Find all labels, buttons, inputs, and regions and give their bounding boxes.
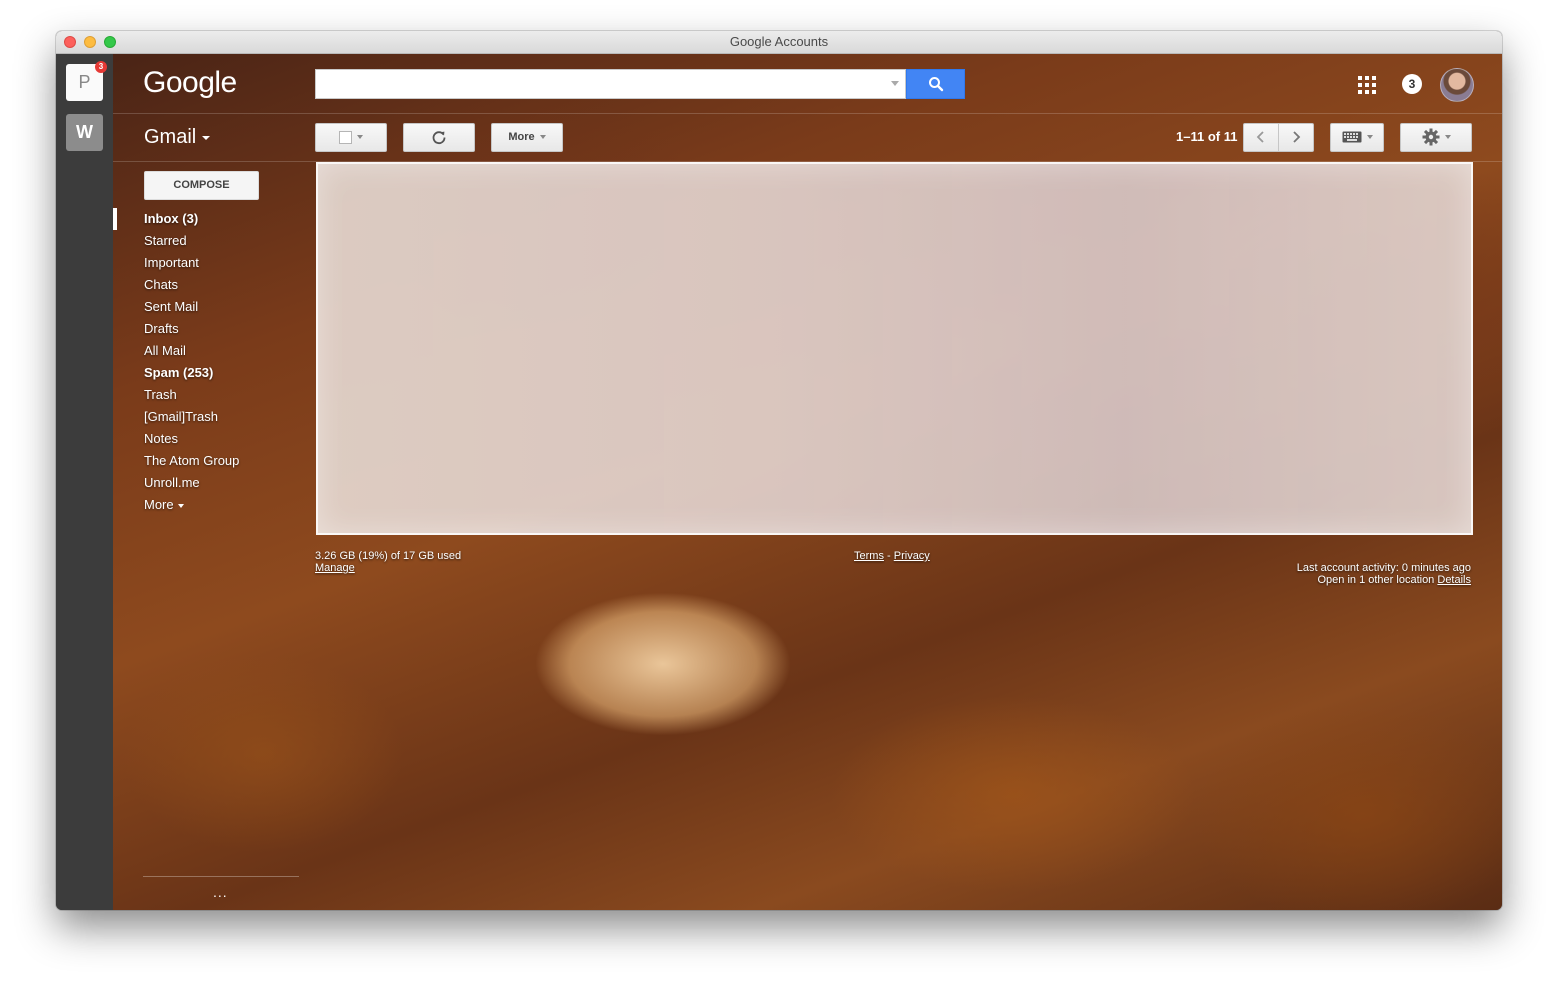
sidebar-item-label: [Gmail]Trash xyxy=(144,409,218,424)
input-tools-button[interactable] xyxy=(1330,123,1384,152)
chevron-down-icon xyxy=(1366,135,1373,140)
search-input[interactable] xyxy=(316,70,892,98)
select-checkbox-button[interactable] xyxy=(315,123,387,152)
sidebar-item-label: Spam (253) xyxy=(144,365,214,380)
pagination-count: 1–11 of 11 xyxy=(1176,129,1238,144)
newer-button[interactable] xyxy=(1243,123,1279,152)
chevron-down-icon xyxy=(202,135,211,140)
sidebar-item-inbox[interactable]: Inbox (3) xyxy=(113,208,313,230)
account-w-button[interactable]: W xyxy=(66,114,103,151)
chevron-right-icon xyxy=(1293,131,1301,143)
manage-storage-link[interactable]: Manage xyxy=(315,562,461,574)
account-p-badge: 3 xyxy=(95,61,107,73)
account-w-letter: W xyxy=(76,122,93,142)
header-divider xyxy=(113,113,1502,114)
legal-links: Terms - Privacy xyxy=(854,550,930,562)
google-logo[interactable]: Google xyxy=(143,66,237,100)
label-navigation: Inbox (3) Starred Important Chats Sent M… xyxy=(113,208,313,516)
sidebar-item-label: Notes xyxy=(144,431,178,446)
chevron-down-icon xyxy=(357,135,363,140)
refresh-icon xyxy=(432,131,446,145)
legal-separator: - xyxy=(887,550,891,562)
older-button[interactable] xyxy=(1278,123,1314,152)
message-list-blurred[interactable] xyxy=(316,162,1473,535)
more-actions-button[interactable]: More xyxy=(491,123,563,152)
sidebar-item-gmail-trash[interactable]: [Gmail]Trash xyxy=(113,406,313,428)
account-activity: Last account activity: 0 minutes ago Ope… xyxy=(1297,562,1471,586)
browser-window: Google Accounts P 3 W Google 3 Gmail Mor… xyxy=(56,31,1502,910)
search-button[interactable] xyxy=(906,69,965,99)
last-activity-text: Last account activity: 0 minutes ago xyxy=(1296,562,1471,574)
sidebar-item-chats[interactable]: Chats xyxy=(113,274,313,296)
sidebar-item-label: Sent Mail xyxy=(144,299,199,314)
sidebar-item-more[interactable]: More xyxy=(113,494,313,516)
sidebar-item-notes[interactable]: Notes xyxy=(113,428,313,450)
chevron-left-icon xyxy=(1256,131,1264,143)
search-options-chevron-icon[interactable] xyxy=(891,81,899,86)
chevron-down-icon xyxy=(1444,135,1451,140)
sidebar-item-starred[interactable]: Starred xyxy=(113,230,313,252)
sidebar-item-label: Unroll.me xyxy=(144,475,200,490)
sidebar-item-important[interactable]: Important xyxy=(113,252,313,274)
refresh-button[interactable] xyxy=(403,123,475,152)
storage-usage-text: 3.26 GB (19%) of 17 GB used xyxy=(315,550,462,562)
sidebar-item-label: Chats xyxy=(144,277,178,292)
more-actions-label: More xyxy=(508,131,535,143)
chat-divider xyxy=(143,876,299,877)
terms-link[interactable]: Terms xyxy=(854,550,884,562)
privacy-link[interactable]: Privacy xyxy=(894,550,930,562)
sidebar-item-drafts[interactable]: Drafts xyxy=(113,318,313,340)
avatar[interactable] xyxy=(1440,68,1474,102)
activity-details-link[interactable]: Details xyxy=(1437,574,1471,586)
account-p-letter: P xyxy=(78,72,91,92)
sidebar-item-sent-mail[interactable]: Sent Mail xyxy=(113,296,313,318)
search-icon xyxy=(929,77,944,92)
chevron-down-icon xyxy=(177,503,184,508)
account-p-button[interactable]: P 3 xyxy=(66,61,107,101)
sidebar-item-label: Inbox (3) xyxy=(144,211,199,226)
apps-grid-icon[interactable] xyxy=(1358,76,1376,94)
chevron-down-icon xyxy=(539,135,546,140)
sidebar-item-label: All Mail xyxy=(144,343,186,358)
sidebar-item-label: Trash xyxy=(144,387,177,402)
gmail-app-switcher[interactable]: Gmail xyxy=(144,126,211,149)
checkbox-icon xyxy=(339,130,352,144)
gmail-label: Gmail xyxy=(144,126,197,148)
title-bar: Google Accounts xyxy=(56,31,1502,54)
open-locations-text: Open in 1 other location xyxy=(1317,574,1435,586)
close-window-button[interactable] xyxy=(64,36,76,48)
search-box[interactable] xyxy=(315,69,906,99)
settings-button[interactable] xyxy=(1400,123,1472,152)
sidebar-item-label: Drafts xyxy=(144,321,179,336)
sidebar-item-label: Starred xyxy=(144,233,187,248)
account-switcher-rail: P 3 W xyxy=(56,54,113,910)
gear-icon xyxy=(1422,128,1439,146)
window-title: Google Accounts xyxy=(729,34,829,49)
minimize-window-button[interactable] xyxy=(84,36,96,48)
gmail-content: Google 3 Gmail More 1–11 of 11 COMPOSE I… xyxy=(113,54,1502,910)
keyboard-icon xyxy=(1342,131,1361,143)
zoom-window-button[interactable] xyxy=(104,36,116,48)
sidebar-item-label: More xyxy=(144,497,174,512)
sidebar-item-trash[interactable]: Trash xyxy=(113,384,313,406)
sidebar-item-label: The Atom Group xyxy=(144,453,240,468)
chat-more-button[interactable]: ... xyxy=(213,884,228,900)
compose-button[interactable]: COMPOSE xyxy=(144,171,259,200)
sidebar-item-the-atom-group[interactable]: The Atom Group xyxy=(113,450,313,472)
storage-usage: 3.26 GB (19%) of 17 GB used Manage xyxy=(315,550,461,574)
notifications-badge[interactable]: 3 xyxy=(1402,74,1422,94)
sidebar-item-spam[interactable]: Spam (253) xyxy=(113,362,313,384)
sidebar-item-all-mail[interactable]: All Mail xyxy=(113,340,313,362)
sidebar-item-unroll-me[interactable]: Unroll.me xyxy=(113,472,313,494)
sidebar-item-label: Important xyxy=(144,255,199,270)
